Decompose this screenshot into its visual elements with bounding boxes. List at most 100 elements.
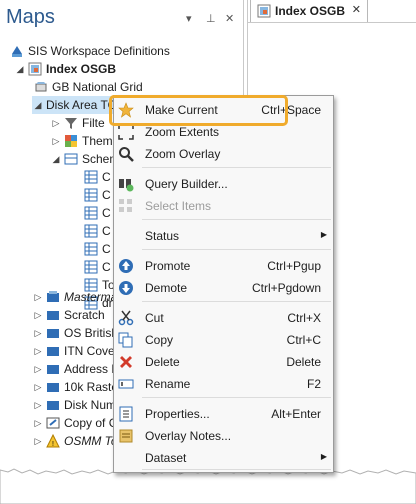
select-items-icon xyxy=(119,199,132,212)
tree-item-index-osgb[interactable]: ◢ Index OSGB xyxy=(14,60,116,78)
dataset-icon xyxy=(46,417,60,429)
demote-icon xyxy=(119,281,133,295)
maps-pane-title: Maps xyxy=(6,6,55,28)
collapse-icon[interactable]: ◢ xyxy=(50,150,62,168)
tree-item-overlay[interactable]: ▷ 10k Raste xyxy=(32,378,119,396)
tab-close-icon[interactable]: ✕ xyxy=(352,3,361,16)
tree-item-schema-child[interactable]: C xyxy=(84,204,111,222)
theme-icon xyxy=(65,135,77,147)
tree-item-schema-child[interactable]: C xyxy=(84,258,111,276)
tree-item-overlay[interactable]: ▷ Masterma xyxy=(32,288,118,306)
menu-item-label: Status xyxy=(145,229,180,243)
menu-item-delete[interactable]: Delete Delete xyxy=(114,351,333,373)
menu-item-select-items: Select Items xyxy=(114,195,333,217)
tree-label: Scratch xyxy=(64,308,105,322)
collapse-icon[interactable]: ◢ xyxy=(32,96,44,114)
schema-icon xyxy=(64,153,78,165)
menu-item-label: Cut xyxy=(145,311,164,325)
grid-dataset-icon xyxy=(35,82,47,92)
expand-icon[interactable]: ▷ xyxy=(32,378,44,396)
dataset-icon xyxy=(47,329,59,338)
menu-item-properties[interactable]: Properties... Alt+Enter xyxy=(114,403,333,425)
context-menu: Make Current Ctrl+Space Zoom Extents Zoom O… xyxy=(113,95,334,473)
menu-item-shortcut: Ctrl+C xyxy=(286,333,321,347)
menu-item-rename[interactable]: Rename F2 xyxy=(114,373,333,395)
expand-icon[interactable]: ▷ xyxy=(50,114,62,132)
tree-label: C xyxy=(102,206,111,220)
copy-icon xyxy=(118,332,133,348)
pane-close-icon[interactable]: ✕ xyxy=(225,12,234,25)
menu-item-label: Dataset xyxy=(145,451,187,465)
tree-item-overlay[interactable]: ▷ Copy of C xyxy=(32,414,118,432)
menu-item-label: Zoom Extents xyxy=(145,125,220,139)
menu-item-copy[interactable]: Copy Ctrl+C xyxy=(114,329,333,351)
pane-dropdown-icon[interactable]: ▾ xyxy=(186,12,192,25)
expand-icon[interactable]: ▷ xyxy=(32,306,44,324)
table-icon xyxy=(84,242,98,256)
menu-item-label: Properties... xyxy=(145,407,210,421)
menu-item-label: Promote xyxy=(145,259,191,273)
tree-item-theme[interactable]: ▷ Them xyxy=(50,132,113,150)
tree-item-schema-child[interactable]: C xyxy=(84,240,111,258)
menu-item-shortcut: Ctrl+Pgup xyxy=(267,259,321,273)
tree-label: OS British xyxy=(64,326,119,340)
menu-separator xyxy=(142,397,331,398)
promote-icon xyxy=(119,259,133,273)
properties-icon xyxy=(119,406,133,422)
tree-label: C xyxy=(102,242,111,256)
expand-icon[interactable]: ▷ xyxy=(32,288,44,306)
tree-item-schema-child[interactable]: C xyxy=(84,222,111,240)
menu-item-label: Demote xyxy=(145,281,188,295)
tree-item-schema-child[interactable]: C xyxy=(84,168,111,186)
pin-icon[interactable]: ⊥ xyxy=(206,12,216,25)
expand-icon[interactable]: ▷ xyxy=(32,324,44,342)
menu-item-demote[interactable]: Demote Ctrl+Pgdown xyxy=(114,277,333,299)
menu-item-status[interactable]: Status ▶ xyxy=(114,225,333,247)
table-icon xyxy=(84,260,98,274)
tree-label: SIS Workspace Definitions xyxy=(28,44,170,58)
menu-separator xyxy=(142,469,331,470)
tree-item-workspace-definitions[interactable]: SIS Workspace Definitions xyxy=(10,42,170,60)
tree-item-schema[interactable]: ◢ Schem xyxy=(50,150,120,168)
menu-item-label: Query Builder... xyxy=(145,177,228,191)
expand-icon[interactable]: ▷ xyxy=(32,360,44,378)
tree-item-overlay[interactable]: ▷ Address L xyxy=(32,360,119,378)
tree-label: GB National Grid xyxy=(52,80,143,94)
menu-item-promote[interactable]: Promote Ctrl+Pgup xyxy=(114,255,333,277)
tree-item-overlay[interactable]: ▷ OS British xyxy=(32,324,118,342)
submenu-arrow-icon: ▶ xyxy=(320,452,327,461)
tree-item-filter[interactable]: ▷ Filte xyxy=(50,114,105,132)
tree-item-overlay[interactable]: ▷ Scratch xyxy=(32,306,105,324)
tab-index-osgb[interactable]: Index OSGB ✕ xyxy=(250,0,368,23)
map-icon xyxy=(28,62,42,76)
menu-item-dataset[interactable]: Dataset ▶ xyxy=(114,447,333,469)
tree-item-overlay[interactable]: ▷ ITN Cove xyxy=(32,342,115,360)
menu-separator xyxy=(142,219,331,220)
menu-separator xyxy=(142,167,331,168)
table-icon xyxy=(84,188,98,202)
expand-icon[interactable]: ▷ xyxy=(32,432,44,450)
expand-icon[interactable]: ▷ xyxy=(50,132,62,150)
menu-item-overlay-notes[interactable]: Overlay Notes... xyxy=(114,425,333,447)
tree-label: C xyxy=(102,170,111,184)
menu-item-query-builder[interactable]: Query Builder... xyxy=(114,173,333,195)
expand-icon[interactable]: ▷ xyxy=(32,342,44,360)
filter-icon xyxy=(65,118,77,129)
tree-label: 10k Raste xyxy=(64,380,119,394)
menu-item-zoom-overlay[interactable]: Zoom Overlay xyxy=(114,143,333,165)
rename-icon xyxy=(118,379,134,389)
expand-icon[interactable]: ▷ xyxy=(32,414,44,432)
tree-item-overlay[interactable]: ▷ Disk Numb xyxy=(32,396,123,414)
tree-item-schema-child[interactable]: C xyxy=(84,186,111,204)
expand-icon[interactable]: ▷ xyxy=(32,396,44,414)
tree-item-gb-national-grid[interactable]: GB National Grid xyxy=(34,78,143,96)
warning-icon: ! xyxy=(46,434,60,448)
tree-label: OSMM To xyxy=(64,434,118,448)
tree-label: Copy of C xyxy=(64,416,118,430)
svg-text:!: ! xyxy=(52,441,54,448)
menu-separator xyxy=(142,301,331,302)
collapse-icon[interactable]: ◢ xyxy=(14,60,26,78)
tree-label: Index OSGB xyxy=(46,62,117,76)
menu-item-cut[interactable]: Cut Ctrl+X xyxy=(114,307,333,329)
tree-item-overlay[interactable]: ▷! OSMM To xyxy=(32,432,118,450)
